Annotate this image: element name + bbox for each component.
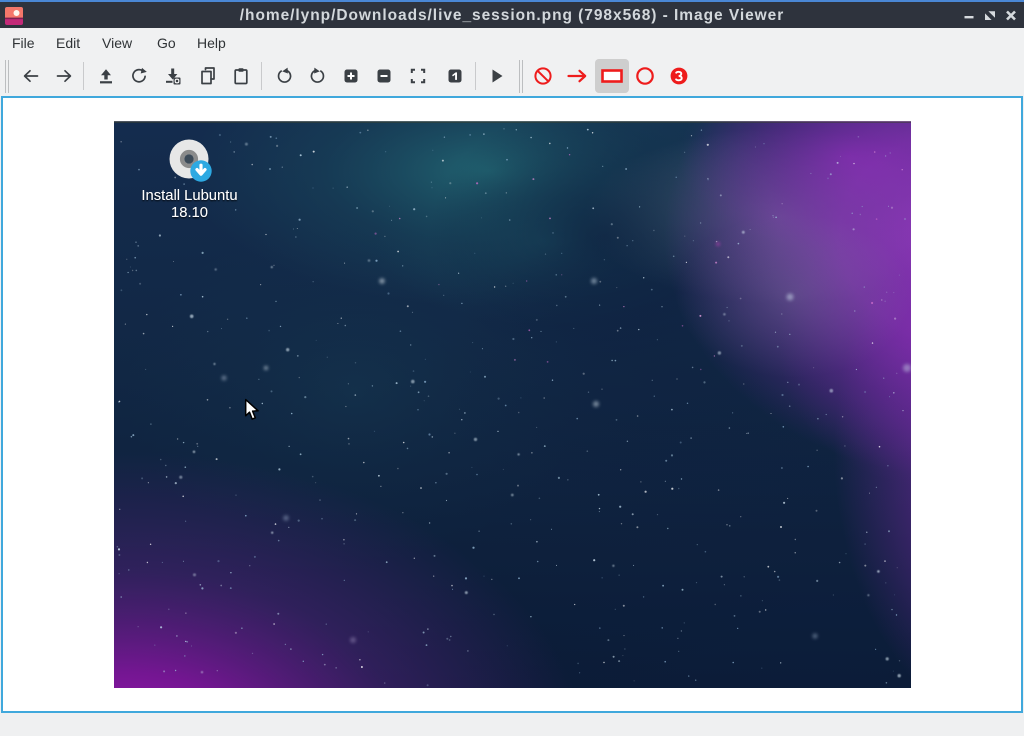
svg-text:18.10: 18.10 [171, 205, 208, 221]
svg-text:Install Lubuntu: Install Lubuntu [141, 188, 237, 204]
